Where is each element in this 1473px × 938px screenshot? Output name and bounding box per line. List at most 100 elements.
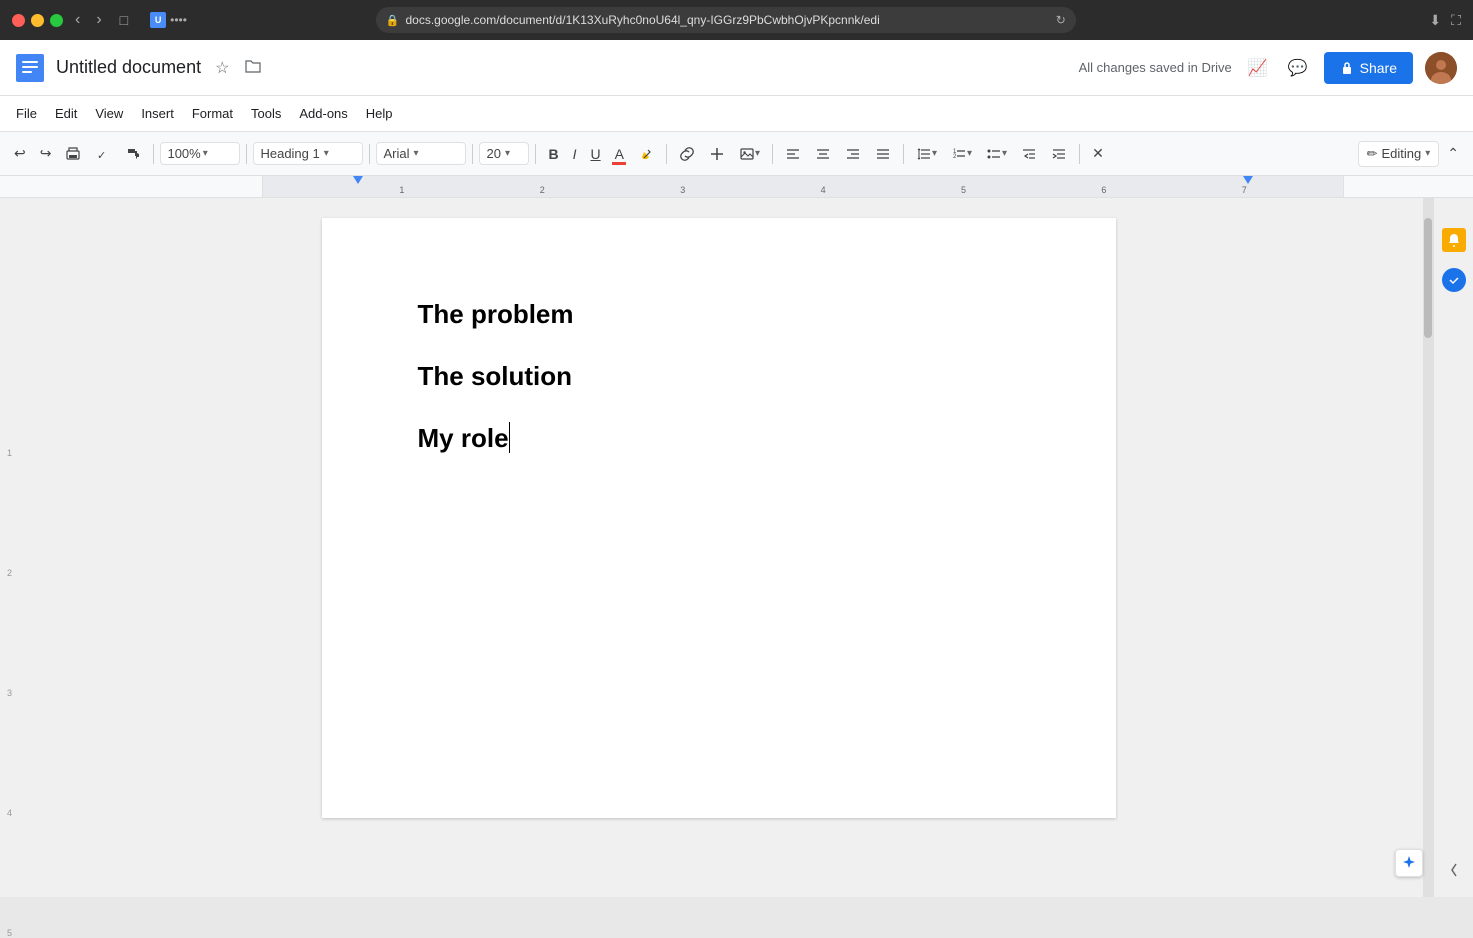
toolbar-divider-7 [772, 144, 773, 164]
refresh-icon[interactable]: ↻ [1056, 13, 1066, 27]
minimize-button[interactable] [31, 14, 44, 27]
heading-style-select[interactable]: Heading 1 ▾ [253, 142, 363, 165]
zoom-chevron: ▾ [203, 148, 208, 159]
fullscreen-icon[interactable]: ⛶ [1451, 12, 1461, 29]
tab-favicon: U [150, 12, 166, 28]
save-status: All changes saved in Drive [1079, 60, 1232, 75]
editing-label: Editing [1381, 146, 1421, 161]
right-sidebar [1433, 198, 1473, 897]
document-area[interactable]: The problem The solution My role [14, 198, 1423, 897]
font-chevron: ▾ [413, 148, 418, 159]
print-button[interactable] [59, 142, 87, 166]
paint-format-button[interactable] [119, 142, 147, 166]
document-page[interactable]: The problem The solution My role [322, 218, 1116, 818]
scrollbar[interactable] [1423, 198, 1433, 897]
highlight-button[interactable] [632, 142, 660, 166]
collapse-toolbar-button[interactable]: ⌃ [1441, 141, 1465, 166]
browser-tab: U •••• [150, 12, 187, 28]
ruler-label-2: 2 [540, 185, 545, 195]
toolbar-divider-9 [1079, 144, 1080, 164]
undo-button[interactable]: ↩ [8, 141, 32, 166]
download-icon[interactable]: ⬇ [1429, 12, 1441, 29]
bullet-list-button[interactable]: ▾ [980, 142, 1013, 166]
nav-back-button[interactable]: ‹ [71, 9, 84, 31]
menu-edit[interactable]: Edit [47, 102, 85, 125]
editing-mode-indicator[interactable]: ✏ Editing ▾ [1358, 141, 1440, 167]
spell-check-button[interactable]: ✓ [89, 142, 117, 166]
image-chevron: ▾ [755, 148, 760, 159]
ruler: 1 2 3 4 5 6 7 [0, 176, 1473, 198]
menu-file[interactable]: File [8, 102, 45, 125]
clear-format-button[interactable]: ✕ [1086, 141, 1110, 166]
zoom-select[interactable]: 100% ▾ [160, 142, 240, 165]
title-bar: ‹ › □ U •••• 🔒 docs.google.com/document/… [0, 0, 1473, 40]
lock-icon: 🔒 [386, 14, 400, 27]
font-size-select[interactable]: 20 ▾ [479, 142, 529, 165]
ruler-label-7: 7 [1242, 185, 1247, 195]
split-view-button[interactable]: □ [114, 10, 134, 30]
menu-addons[interactable]: Add-ons [291, 102, 355, 125]
user-avatar[interactable] [1425, 52, 1457, 84]
toolbar: ↩ ↪ ✓ 100% ▾ Heading 1 ▾ Arial ▾ 20 ▾ B … [0, 132, 1473, 176]
page-num-4: 4 [7, 808, 12, 818]
close-button[interactable] [12, 14, 25, 27]
bold-button[interactable]: B [542, 142, 564, 166]
ruler-indent-marker [353, 176, 363, 184]
decrease-indent-button[interactable] [1015, 142, 1043, 166]
nav-forward-button[interactable]: › [92, 9, 105, 31]
ruler-main: 1 2 3 4 5 6 7 [263, 176, 1343, 197]
editing-chevron: ▾ [1425, 148, 1430, 159]
font-select[interactable]: Arial ▾ [376, 142, 466, 165]
menu-tools[interactable]: Tools [243, 102, 289, 125]
toolbar-divider-8 [903, 144, 904, 164]
insert-image-button[interactable]: ▾ [733, 142, 766, 166]
page-num-3: 3 [7, 688, 12, 698]
check-icon[interactable] [1442, 268, 1466, 292]
toolbar-divider-6 [666, 144, 667, 164]
align-center-button[interactable] [809, 142, 837, 166]
menu-view[interactable]: View [87, 102, 131, 125]
italic-button[interactable]: I [567, 142, 583, 166]
redo-button[interactable]: ↪ [34, 141, 58, 166]
text-cursor [509, 422, 510, 453]
url-text: docs.google.com/document/d/1K13XuRyhc0no… [405, 13, 1049, 27]
increase-indent-button[interactable] [1045, 142, 1073, 166]
justify-button[interactable] [869, 142, 897, 166]
menu-help[interactable]: Help [358, 102, 401, 125]
title-right-controls: ⬇ ⛶ [1429, 12, 1461, 29]
ruler-sidebar [0, 176, 263, 197]
ai-assist-button[interactable] [1395, 849, 1423, 877]
ruler-right-marker [1243, 176, 1253, 184]
scroll-thumb[interactable] [1424, 218, 1432, 338]
share-button[interactable]: Share [1324, 52, 1413, 84]
page-num-1: 1 [7, 448, 12, 458]
insert-link-button[interactable] [673, 142, 701, 166]
pencil-icon: ✏ [1367, 146, 1378, 162]
toolbar-divider-3 [369, 144, 370, 164]
heading-2[interactable]: The solution [418, 360, 1020, 394]
heading-3[interactable]: My role [418, 422, 1020, 456]
left-margin: 1 2 3 4 5 [0, 198, 14, 897]
maximize-button[interactable] [50, 14, 63, 27]
document-title[interactable]: Untitled document [56, 57, 201, 78]
expand-panel-icon[interactable] [1447, 858, 1461, 887]
numbered-list-button[interactable]: 12 ▾ [945, 142, 978, 166]
text-color-button[interactable]: A [609, 142, 630, 166]
trending-icon[interactable]: 📈 [1244, 54, 1272, 82]
notification-icon[interactable] [1442, 228, 1466, 252]
svg-text:2: 2 [953, 154, 957, 160]
heading-1[interactable]: The problem [418, 298, 1020, 332]
ruler-label-6: 6 [1101, 185, 1106, 195]
url-bar[interactable]: 🔒 docs.google.com/document/d/1K13XuRyhc0… [376, 7, 1076, 33]
align-left-button[interactable] [779, 142, 807, 166]
move-to-folder-button[interactable] [243, 57, 263, 78]
underline-button[interactable]: U [584, 142, 606, 166]
align-right-button[interactable] [839, 142, 867, 166]
comments-icon[interactable]: 💬 [1284, 54, 1312, 82]
insert-button[interactable] [703, 142, 731, 166]
menu-format[interactable]: Format [184, 102, 241, 125]
heading-chevron: ▾ [324, 148, 329, 159]
star-button[interactable]: ☆ [213, 56, 231, 80]
line-spacing-button[interactable]: ▾ [910, 142, 943, 166]
menu-insert[interactable]: Insert [133, 102, 182, 125]
